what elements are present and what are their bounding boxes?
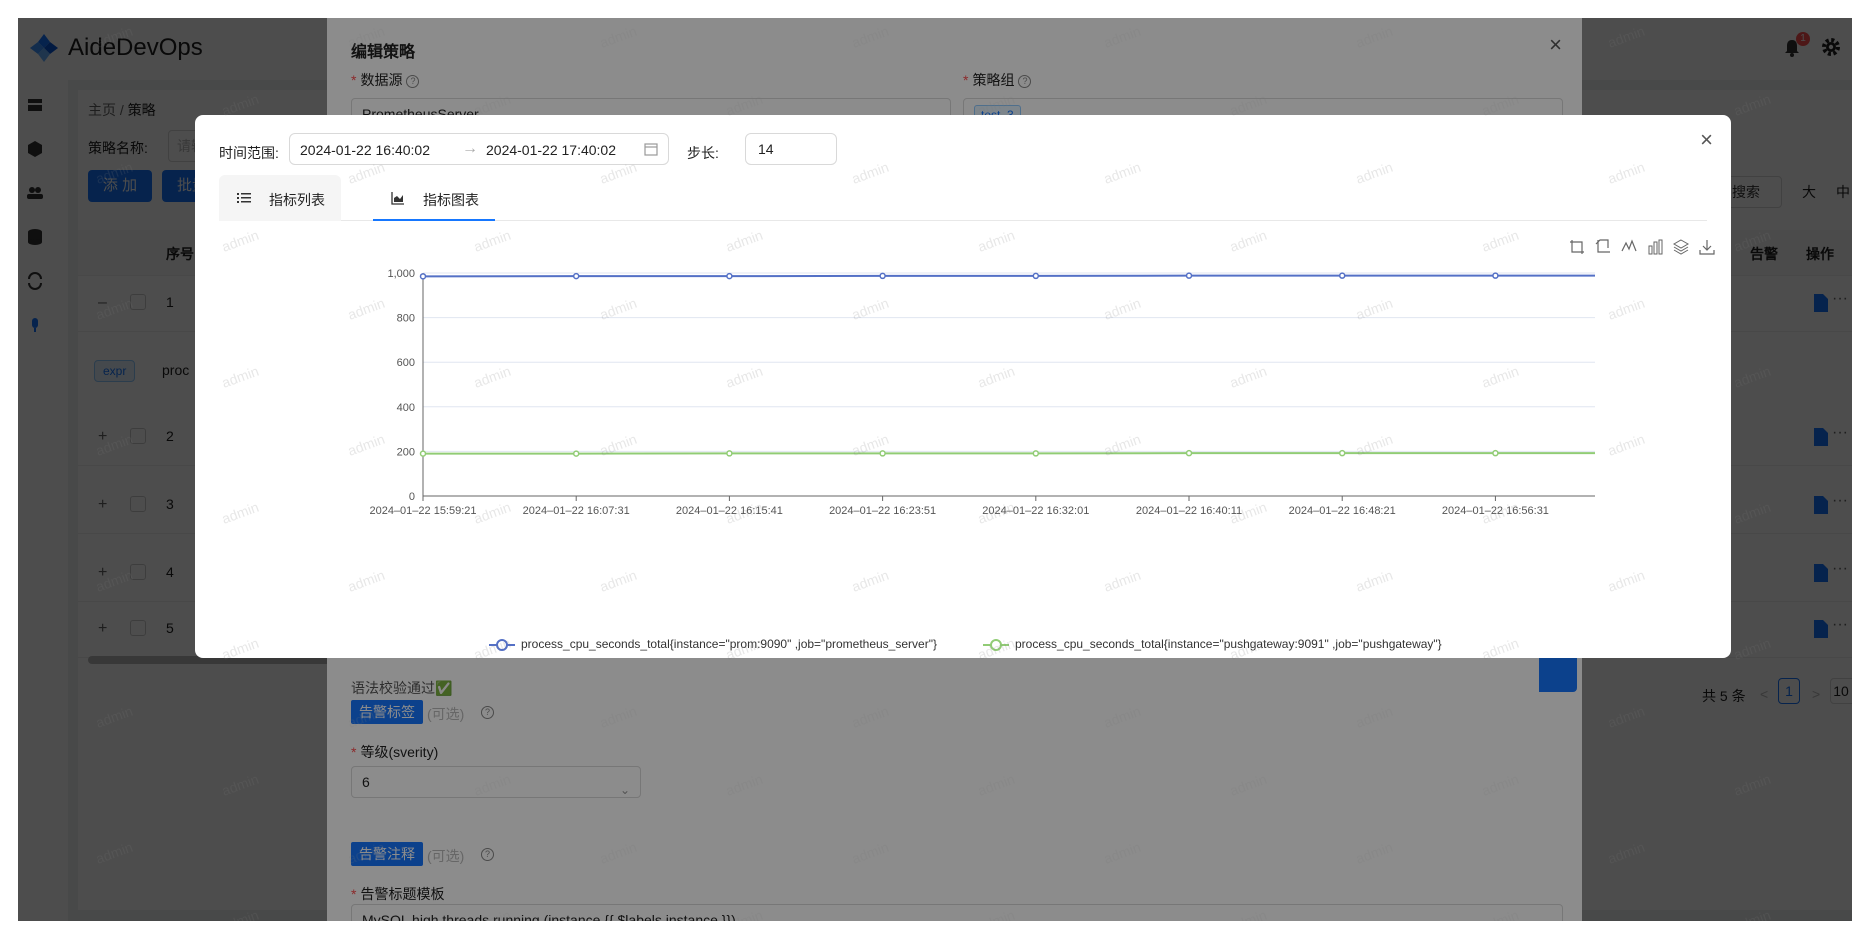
tab-metric-chart[interactable]: 指标图表 — [373, 175, 495, 221]
data-point — [1032, 272, 1040, 280]
data-point — [1492, 449, 1499, 457]
series-line — [422, 274, 1595, 278]
x-tick-label: 2024‒01‒22 16:48:21 — [1289, 505, 1396, 517]
data-point — [1338, 272, 1346, 279]
legend-item-pushgateway[interactable]: process_cpu_seconds_total{instance="push… — [983, 637, 1442, 651]
step-label: 步长: — [687, 145, 719, 161]
data-point — [1185, 449, 1193, 457]
legend-marker-icon — [983, 638, 1009, 651]
tab-metric-list-label: 指标列表 — [269, 192, 325, 208]
data-point — [1032, 450, 1040, 457]
legend-label: process_cpu_seconds_total{instance="push… — [1015, 637, 1442, 651]
active-tab-indicator — [373, 219, 495, 221]
range-start[interactable]: 2024-01-22 16:40:02 — [300, 142, 430, 158]
metrics-chart-modal: × 时间范围: 2024-01-22 16:40:02 → 2024-01-22… — [195, 115, 1731, 658]
y-tick-label: 800 — [397, 313, 415, 325]
legend-marker-icon — [489, 638, 515, 651]
data-point — [879, 450, 886, 457]
y-tick-label: 0 — [409, 491, 415, 503]
calendar-icon[interactable] — [644, 142, 658, 156]
zoom-icon[interactable] — [1569, 239, 1585, 255]
modal-close-icon[interactable]: × — [1700, 127, 1713, 153]
metric-tabs: 指标列表 指标图表 — [219, 175, 1707, 221]
area-chart-icon — [391, 192, 404, 205]
arrow-right-icon: → — [462, 140, 478, 157]
bar-chart-icon[interactable] — [1647, 239, 1663, 255]
x-tick-label: 2024‒01‒22 16:23:51 — [829, 505, 936, 517]
legend-label: process_cpu_seconds_total{instance="prom… — [521, 637, 937, 651]
line-chart-icon[interactable] — [1621, 239, 1637, 255]
y-tick-label: 1,000 — [387, 268, 415, 280]
legend-item-prometheus[interactable]: process_cpu_seconds_total{instance="prom… — [489, 637, 937, 651]
x-tick-label: 2024‒01‒22 16:15:41 — [676, 505, 783, 517]
download-icon[interactable] — [1699, 239, 1715, 255]
zoom-reset-icon[interactable] — [1595, 239, 1611, 255]
y-tick-label: 400 — [397, 402, 415, 414]
range-end[interactable]: 2024-01-22 17:40:02 — [486, 142, 616, 158]
data-point — [726, 450, 733, 457]
x-tick-label: 2024‒01‒22 15:59:21 — [369, 505, 476, 517]
tab-metric-chart-label: 指标图表 — [423, 192, 479, 208]
data-point — [572, 272, 580, 280]
data-point — [879, 272, 886, 280]
x-tick-label: 2024‒01‒22 16:32:01 — [982, 505, 1089, 517]
metrics-line-chart: 0 200 400 600 800 1,000 2024‒01‒22 15:59:21 202… — [369, 268, 1595, 517]
time-range-picker[interactable]: 2024-01-22 16:40:02 → 2024-01-22 17:40:0… — [289, 133, 669, 165]
screen: AideDevOps 1 主页 / 策略 策略名称: 请输 添 加 批量 搜索 … — [18, 18, 1852, 921]
x-tick-label: 2024‒01‒22 16:07:31 — [523, 505, 630, 517]
step-input[interactable]: 14 — [745, 133, 837, 165]
stack-icon[interactable] — [1673, 239, 1689, 255]
data-point — [419, 450, 427, 457]
y-tick-label: 600 — [397, 357, 415, 369]
data-point — [726, 272, 733, 280]
list-icon — [237, 193, 251, 203]
data-point — [572, 450, 580, 457]
data-point — [1492, 272, 1499, 279]
data-point — [1185, 272, 1193, 279]
time-range-label: 时间范围: — [219, 145, 279, 161]
data-point — [1338, 449, 1346, 457]
data-point — [419, 273, 427, 280]
x-tick-label: 2024‒01‒22 16:40:11 — [1136, 505, 1242, 517]
y-tick-label: 200 — [397, 446, 415, 458]
tab-metric-list[interactable]: 指标列表 — [219, 175, 341, 221]
x-tick-label: 2024‒01‒22 16:56:31 — [1442, 505, 1549, 517]
